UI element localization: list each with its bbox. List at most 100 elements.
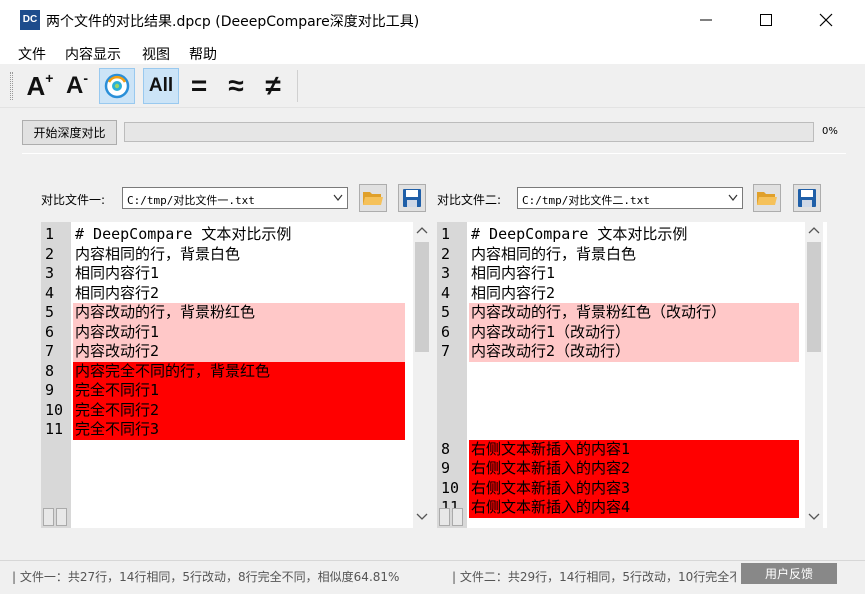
toolbar-grip[interactable] bbox=[10, 72, 13, 100]
right-file-label: 对比文件二: bbox=[437, 193, 502, 207]
maximize-icon bbox=[760, 14, 772, 26]
line-number: 2 bbox=[45, 244, 55, 263]
left-file-combo[interactable]: C:/tmp/对比文件一.txt bbox=[122, 187, 348, 209]
line-number: 6 bbox=[441, 322, 451, 341]
blank-line bbox=[437, 420, 799, 440]
show-equal-button[interactable]: = bbox=[181, 68, 217, 104]
scroll-up-icon bbox=[808, 227, 820, 234]
right-file-combo[interactable]: C:/tmp/对比文件二.txt bbox=[517, 187, 743, 209]
right-file-path: C:/tmp/对比文件二.txt bbox=[522, 194, 650, 207]
left-open-button[interactable] bbox=[359, 184, 387, 212]
diff-line: 8 右侧文本新插入的内容1 bbox=[437, 439, 799, 459]
save-icon bbox=[403, 189, 421, 207]
blank-line bbox=[437, 361, 799, 381]
menu-help[interactable]: 帮助 bbox=[189, 44, 217, 64]
diff-line: 9 完全不同行1 bbox=[41, 381, 405, 401]
line-text: 右侧文本新插入的内容4 bbox=[469, 498, 799, 518]
diff-line: 4 相同内容行2 bbox=[437, 283, 799, 303]
line-number: 7 bbox=[45, 342, 55, 360]
diff-line: 11 完全不同行3 bbox=[41, 420, 405, 440]
line-text: 相同内容行2 bbox=[469, 283, 799, 303]
line-number: 3 bbox=[45, 264, 55, 282]
divider bbox=[22, 153, 846, 154]
font-smaller-button[interactable]: A- bbox=[59, 68, 95, 104]
diff-line: 9 右侧文本新插入的内容2 bbox=[437, 459, 799, 479]
line-text: 内容改动行1（改动行） bbox=[469, 322, 799, 342]
line-text: 右侧文本新插入的内容2 bbox=[469, 459, 799, 479]
menu-content-display[interactable]: 内容显示 bbox=[65, 44, 121, 64]
chevron-down-icon bbox=[728, 194, 738, 201]
app-logo-icon: DC bbox=[20, 10, 40, 30]
line-text: 完全不同行3 bbox=[73, 420, 405, 440]
diff-line: 2 内容相同的行，背景白色 bbox=[437, 244, 799, 264]
plus-icon: + bbox=[45, 70, 54, 86]
show-similar-button[interactable]: ≈ bbox=[218, 68, 254, 104]
line-number: 5 bbox=[45, 303, 55, 321]
scroll-up-icon bbox=[416, 227, 428, 234]
show-all-button[interactable]: All bbox=[143, 68, 179, 104]
line-text bbox=[469, 381, 799, 401]
blank-line bbox=[437, 381, 799, 401]
line-number: 2 bbox=[441, 244, 451, 263]
line-text: 右侧文本新插入的内容3 bbox=[469, 478, 799, 498]
diff-line: 6 内容改动行1（改动行） bbox=[437, 322, 799, 342]
left-file-label: 对比文件一: bbox=[41, 193, 106, 207]
show-different-button[interactable]: ≠ bbox=[255, 68, 291, 104]
left-scroll-thumb[interactable] bbox=[415, 242, 429, 352]
line-number: 10 bbox=[441, 478, 460, 497]
line-text: 内容相同的行，背景白色 bbox=[73, 244, 405, 264]
progress-percent: 0% bbox=[822, 126, 838, 137]
line-text: 相同内容行1 bbox=[469, 264, 799, 284]
diff-line: 2 内容相同的行，背景白色 bbox=[41, 244, 405, 264]
right-scrollbar[interactable] bbox=[805, 222, 823, 528]
line-text: 内容完全不同的行，背景红色 bbox=[73, 361, 405, 381]
close-button[interactable] bbox=[796, 0, 856, 40]
line-text bbox=[469, 400, 799, 420]
left-scrollbar[interactable] bbox=[413, 222, 431, 528]
line-text: 内容改动行1 bbox=[73, 322, 405, 342]
right-text-editor[interactable]: 1 # DeepCompare 文本对比示例 2 内容相同的行，背景白色 3 相同内容行1… bbox=[437, 222, 827, 528]
right-pane-handle[interactable] bbox=[439, 508, 463, 526]
left-save-button[interactable] bbox=[398, 184, 426, 212]
right-save-button[interactable] bbox=[793, 184, 821, 212]
user-feedback-button[interactable]: 用户反馈 bbox=[741, 563, 837, 584]
title-bar: DC 两个文件的对比结果.dpcp (DeeepCompare深度对比工具) bbox=[0, 0, 865, 40]
line-number: 11 bbox=[45, 420, 64, 438]
font-smaller-label: A bbox=[65, 72, 84, 99]
diff-line: 4 相同内容行2 bbox=[41, 283, 405, 303]
line-number: 10 bbox=[45, 400, 64, 419]
line-text bbox=[469, 420, 799, 440]
left-pane-handle[interactable] bbox=[43, 508, 67, 526]
diff-line: 1 # DeepCompare 文本对比示例 bbox=[41, 225, 405, 245]
diff-line: 8 内容完全不同的行，背景红色 bbox=[41, 361, 405, 381]
menu-bar: 文件 内容显示 视图 帮助 bbox=[0, 40, 865, 64]
menu-file[interactable]: 文件 bbox=[18, 44, 46, 64]
left-file-summary: | 文件一：共27行，14行相同，5行改动，8行完全不同，相似度64.81% bbox=[12, 570, 400, 584]
diff-line: 3 相同内容行1 bbox=[41, 264, 405, 284]
line-text: 内容改动行2 bbox=[73, 342, 405, 362]
blank-line bbox=[437, 400, 799, 420]
minimize-button[interactable] bbox=[676, 0, 736, 40]
font-larger-label: A bbox=[26, 70, 46, 101]
diff-line: 1 # DeepCompare 文本对比示例 bbox=[437, 225, 799, 245]
diff-line: 11 右侧文本新插入的内容4 bbox=[437, 498, 799, 518]
right-open-button[interactable] bbox=[753, 184, 781, 212]
diff-line: 3 相同内容行1 bbox=[437, 264, 799, 284]
status-bar: | 文件一：共27行，14行相同，5行改动，8行完全不同，相似度64.81% |… bbox=[0, 560, 865, 586]
diff-line: 10 完全不同行2 bbox=[41, 400, 405, 420]
sync-icon bbox=[104, 73, 130, 99]
start-compare-button[interactable]: 开始深度对比 bbox=[22, 120, 117, 145]
line-text: 内容相同的行，背景白色 bbox=[469, 244, 799, 264]
menu-view[interactable]: 视图 bbox=[142, 44, 170, 64]
diff-line: 5 内容改动的行，背景粉红色 bbox=[41, 303, 405, 323]
sync-scroll-button[interactable] bbox=[99, 68, 135, 104]
maximize-button[interactable] bbox=[736, 0, 796, 40]
line-text bbox=[469, 361, 799, 381]
right-scroll-thumb[interactable] bbox=[807, 242, 821, 352]
line-number: 8 bbox=[441, 439, 451, 458]
line-number: 9 bbox=[441, 459, 451, 477]
font-larger-button[interactable]: A + bbox=[22, 68, 58, 104]
left-text-editor[interactable]: 1 # DeepCompare 文本对比示例 2 内容相同的行，背景白色 3 相同内容行1… bbox=[41, 222, 431, 528]
line-text: 完全不同行2 bbox=[73, 400, 405, 420]
line-text: # DeepCompare 文本对比示例 bbox=[469, 225, 799, 245]
